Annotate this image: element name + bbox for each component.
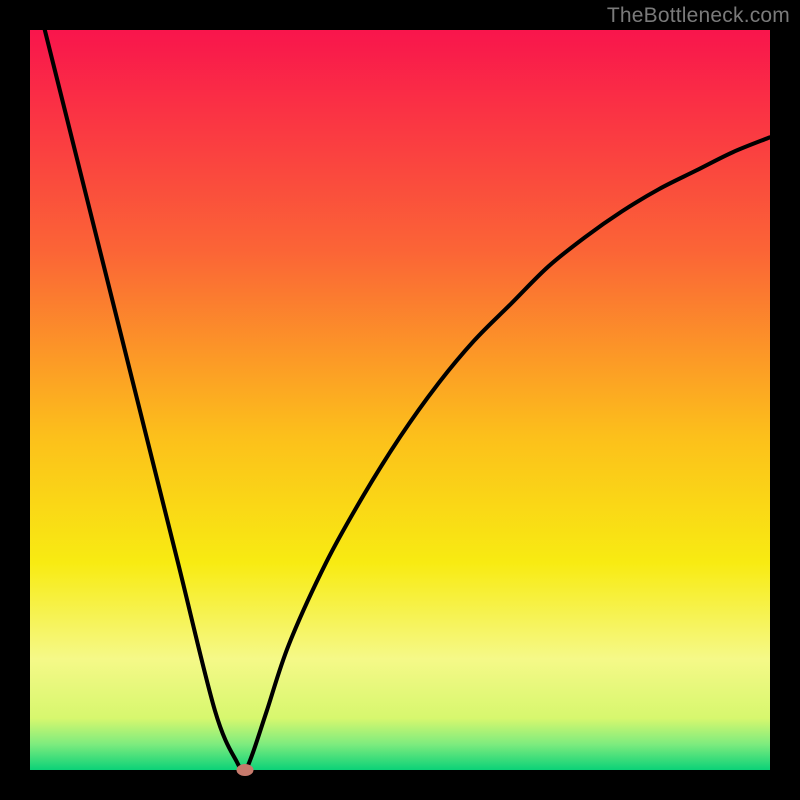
optimal-point-marker	[236, 764, 253, 776]
watermark-text: TheBottleneck.com	[607, 4, 790, 28]
plot-area	[30, 30, 770, 770]
chart-frame: TheBottleneck.com	[0, 0, 800, 800]
background-gradient	[30, 30, 770, 770]
